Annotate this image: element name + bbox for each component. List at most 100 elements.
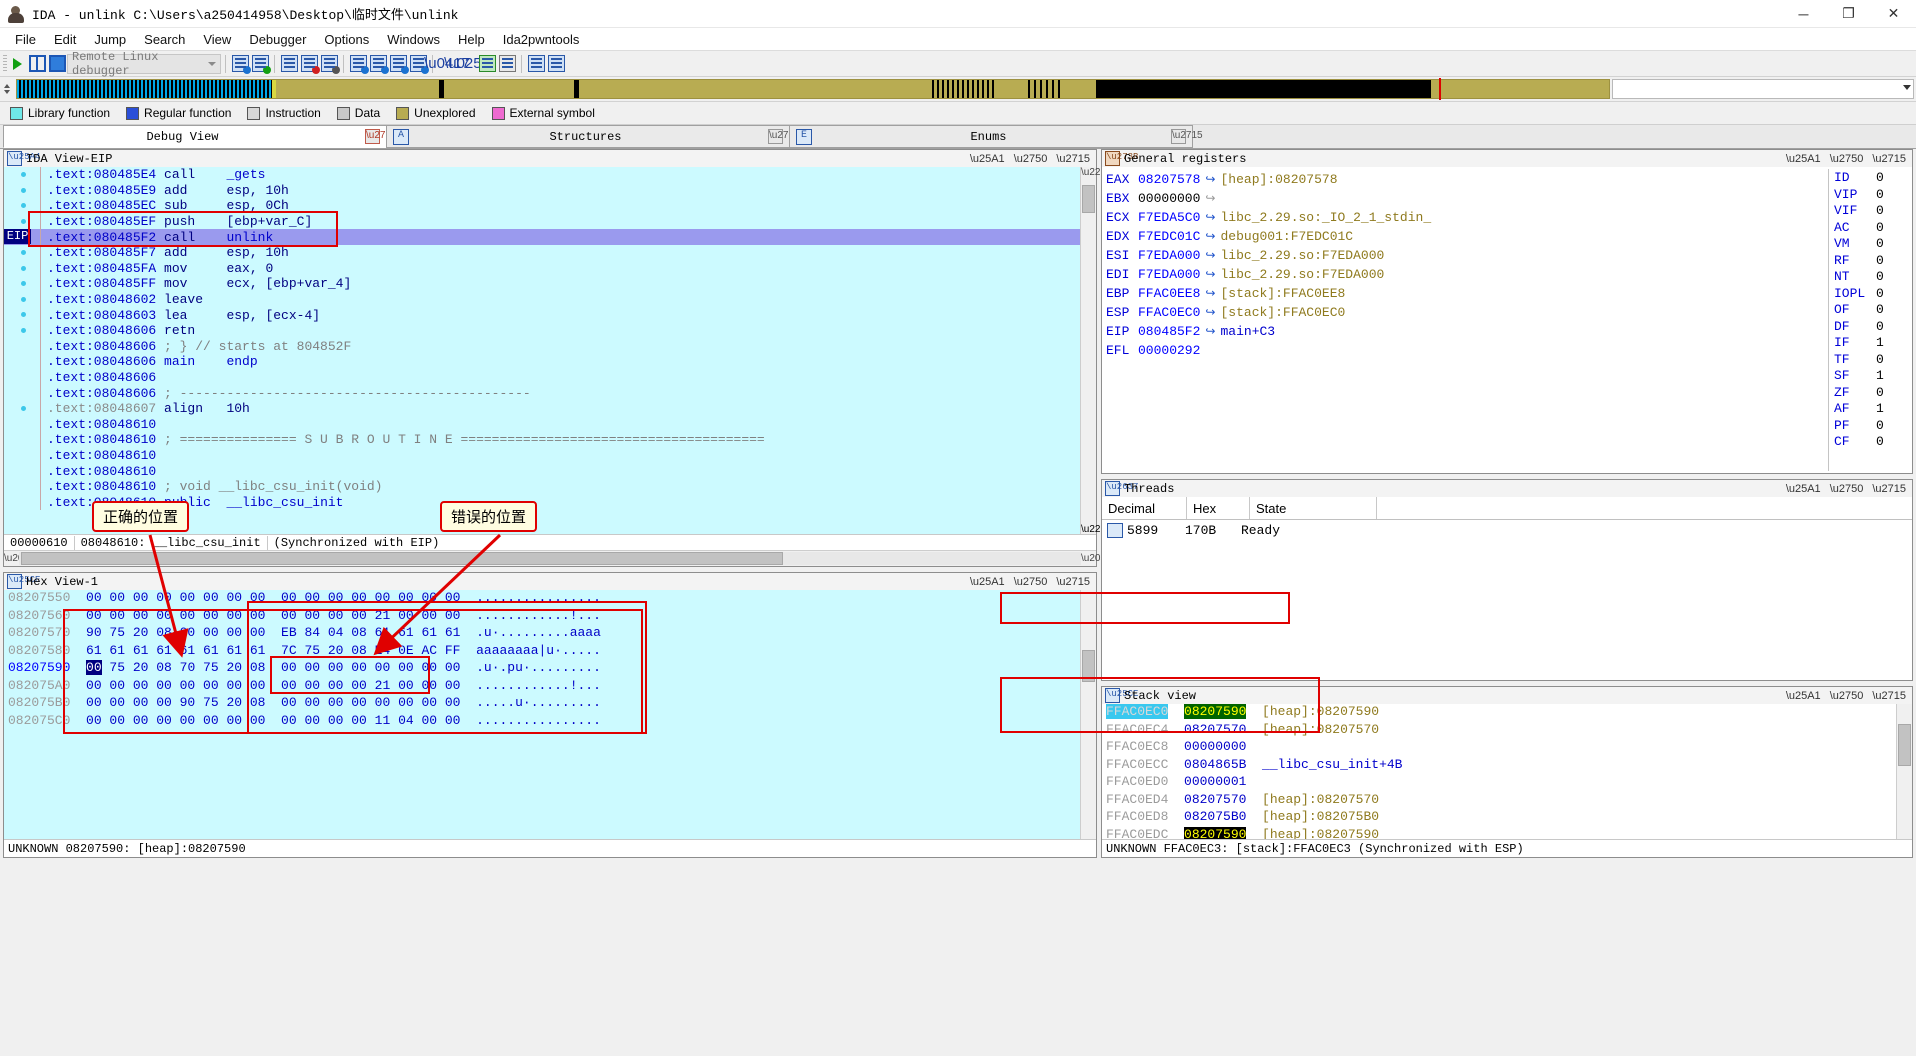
disassembly-line[interactable]: .text:080485E4 call _gets [4,167,1096,183]
stack-value[interactable]: 08207590 [1184,704,1247,719]
disassembly-line[interactable]: .text:08048610 [4,447,1096,464]
run-button[interactable] [7,54,27,74]
close-button[interactable]: ✕ [1871,0,1916,27]
maximize-icon[interactable]: \u25A1 [1786,690,1821,702]
stack-row[interactable]: FFAC0EDC 08207590 [heap]:08207590 [1102,826,1897,840]
scroll-up-icon[interactable]: \u2227 [1081,167,1112,178]
flag-row[interactable]: IF 1 [1834,335,1912,352]
flag-value[interactable]: 0 [1876,253,1884,270]
flag-row[interactable]: SF 1 [1834,368,1912,385]
flag-value[interactable]: 0 [1876,352,1884,369]
disassembly-line[interactable]: .text:08048602 leave [4,291,1096,308]
jump-arrow-icon[interactable]: ↪ [1205,267,1215,282]
window-controls[interactable]: ─ ❐ ✕ [1781,0,1916,27]
breakpoint-dot-icon[interactable] [21,172,26,177]
delete-breakpoint-icon[interactable] [319,54,340,74]
registers-list[interactable]: EAX 08207578 ↪ [heap]:08207578 EBX 00000000 ↪ E… [1102,167,1828,473]
register-row[interactable]: EDX F7EDC01C ↪ debug001:F7EDC01C [1106,227,1828,246]
text-view-icon[interactable] [497,54,517,74]
register-row[interactable]: ESI F7EDA000 ↪ libc_2.29.so:F7EDA000 [1106,246,1828,265]
flag-row[interactable]: DF 0 [1834,319,1912,336]
disassembly-line[interactable]: .text:08048610 [4,463,1096,479]
close-icon[interactable]: \u2715 [1056,576,1090,588]
breakpoint-dot-icon[interactable] [21,327,26,333]
disassembly-lines[interactable]: .text:080485E4 call _gets .text:080485E9 … [4,167,1096,535]
step-over-c-icon[interactable] [250,54,271,74]
flag-row[interactable]: VIF 0 [1834,203,1912,220]
stack-row[interactable]: FFAC0ECC 0804865B __libc_csu_init+4B [1102,757,1897,775]
flag-row[interactable]: IOPL 0 [1834,286,1912,303]
register-row[interactable]: EDI F7EDA000 ↪ libc_2.29.so:F7EDA000 [1106,265,1828,284]
close-icon[interactable]: \u2715 [1872,483,1906,495]
stack-value[interactable]: 08207570 [1184,722,1246,737]
menu-item-windows[interactable]: Windows [378,30,449,49]
jump-arrow-icon[interactable]: ↪ [1205,248,1215,263]
disassembly-line[interactable]: .text:08048610 [4,416,1096,433]
jump-forward-icon[interactable]: \u0254 [444,54,490,74]
register-row[interactable]: EAX 08207578 ↪ [heap]:08207578 [1106,170,1828,189]
breakpoint-list-icon[interactable] [279,54,299,74]
disassembly-line[interactable]: .text:080485E9 add esp, 10h [4,182,1096,199]
maximize-icon[interactable]: \u25A1 [970,153,1005,165]
flag-row[interactable]: AC 0 [1834,220,1912,237]
disassembly-line[interactable]: EIP .text:080485F2 call unlink [4,229,1096,245]
hex-rows[interactable]: 08207550 00 00 00 00 00 00 00 00 00 00 0… [4,590,1081,840]
hex-row[interactable]: 082075B0 00 00 00 00 90 75 20 08 00 00 0… [4,695,1081,713]
stack-row[interactable]: FFAC0EC4 08207570 [heap]:08207570 [1102,722,1897,740]
restore-icon[interactable]: \u2750 [1830,690,1864,702]
maximize-icon[interactable]: \u25A1 [1786,153,1821,165]
restore-icon[interactable]: \u2750 [1830,483,1864,495]
breakpoint-dot-icon[interactable] [21,312,26,318]
tab-structures[interactable]: A Structures \u2715 [386,125,800,148]
breakpoint-dot-icon[interactable] [21,281,26,287]
threads-column-state[interactable]: State [1250,497,1377,519]
close-icon[interactable]: \u2715 [1056,153,1090,165]
disassembly-line[interactable]: .text:08048606 [4,369,1096,386]
minimize-button[interactable]: ─ [1781,0,1826,27]
scroll-right-icon[interactable]: \u203A [1081,553,1113,564]
flag-row[interactable]: VM 0 [1834,236,1912,253]
register-value[interactable]: F7EDA5C0 [1138,210,1200,225]
register-value[interactable]: F7EDC01C [1138,229,1200,244]
stack-value[interactable]: 08207570 [1184,792,1246,807]
disassembly-line[interactable]: .text:080485EF push [ebp+var_C] [4,213,1096,230]
menu-item-file[interactable]: File [6,30,45,49]
register-row[interactable]: EFL 00000292 [1106,341,1828,360]
register-row[interactable]: EBX 00000000 ↪ [1106,189,1828,208]
close-icon[interactable]: \u2715 [768,129,800,144]
disassembly-line[interactable]: .text:08048603 lea esp, [ecx-4] [4,307,1096,323]
stack-value[interactable]: 00000000 [1184,739,1246,754]
menu-item-edit[interactable]: Edit [45,30,85,49]
flag-row[interactable]: ID 0 [1834,170,1912,187]
hex-vscrollbar[interactable] [1080,590,1096,840]
menu-item-debugger[interactable]: Debugger [240,30,315,49]
close-icon[interactable]: \u2715 [1171,129,1203,144]
hex-row[interactable]: 08207550 00 00 00 00 00 00 00 00 00 00 0… [4,590,1081,608]
register-value[interactable]: 00000292 [1138,343,1200,358]
register-value[interactable]: FFAC0EE8 [1138,286,1200,301]
register-row[interactable]: ECX F7EDA5C0 ↪ libc_2.29.so:_IO_2_1_stdin_ [1106,208,1828,227]
menu-item-help[interactable]: Help [449,30,494,49]
flag-value[interactable]: 0 [1876,319,1884,336]
flag-value[interactable]: 0 [1876,286,1884,303]
flag-value[interactable]: 1 [1876,368,1884,385]
register-value[interactable]: 08207578 [1138,172,1200,187]
breakpoint-dot-icon[interactable] [21,249,26,255]
scroll-trough[interactable] [19,552,1081,565]
restore-icon[interactable]: \u2750 [1014,153,1048,165]
flag-value[interactable]: 0 [1876,170,1884,187]
flag-row[interactable]: PF 0 [1834,418,1912,435]
step-into-icon[interactable] [348,54,369,74]
disassembly-line[interactable]: .text:08048606 ; } // starts at 804852F [4,338,1096,355]
breakpoint-dot-icon[interactable] [21,265,26,271]
nav-scroll-arrows[interactable] [0,78,14,100]
disassembly-line[interactable]: .text:08048606 main endp [4,354,1096,370]
flag-value[interactable]: 0 [1876,302,1884,319]
register-value[interactable]: FFAC0EC0 [1138,305,1200,320]
register-value[interactable]: F7EDA000 [1138,248,1200,263]
stack-row[interactable]: FFAC0ED8 082075B0 [heap]:082075B0 [1102,809,1897,827]
disassembly-line[interactable]: .text:080485F7 add esp, 10h [4,244,1096,261]
scroll-thumb[interactable] [1898,724,1911,766]
jump-arrow-icon[interactable]: ↪ [1205,229,1215,244]
register-value[interactable]: 080485F2 [1138,324,1200,339]
